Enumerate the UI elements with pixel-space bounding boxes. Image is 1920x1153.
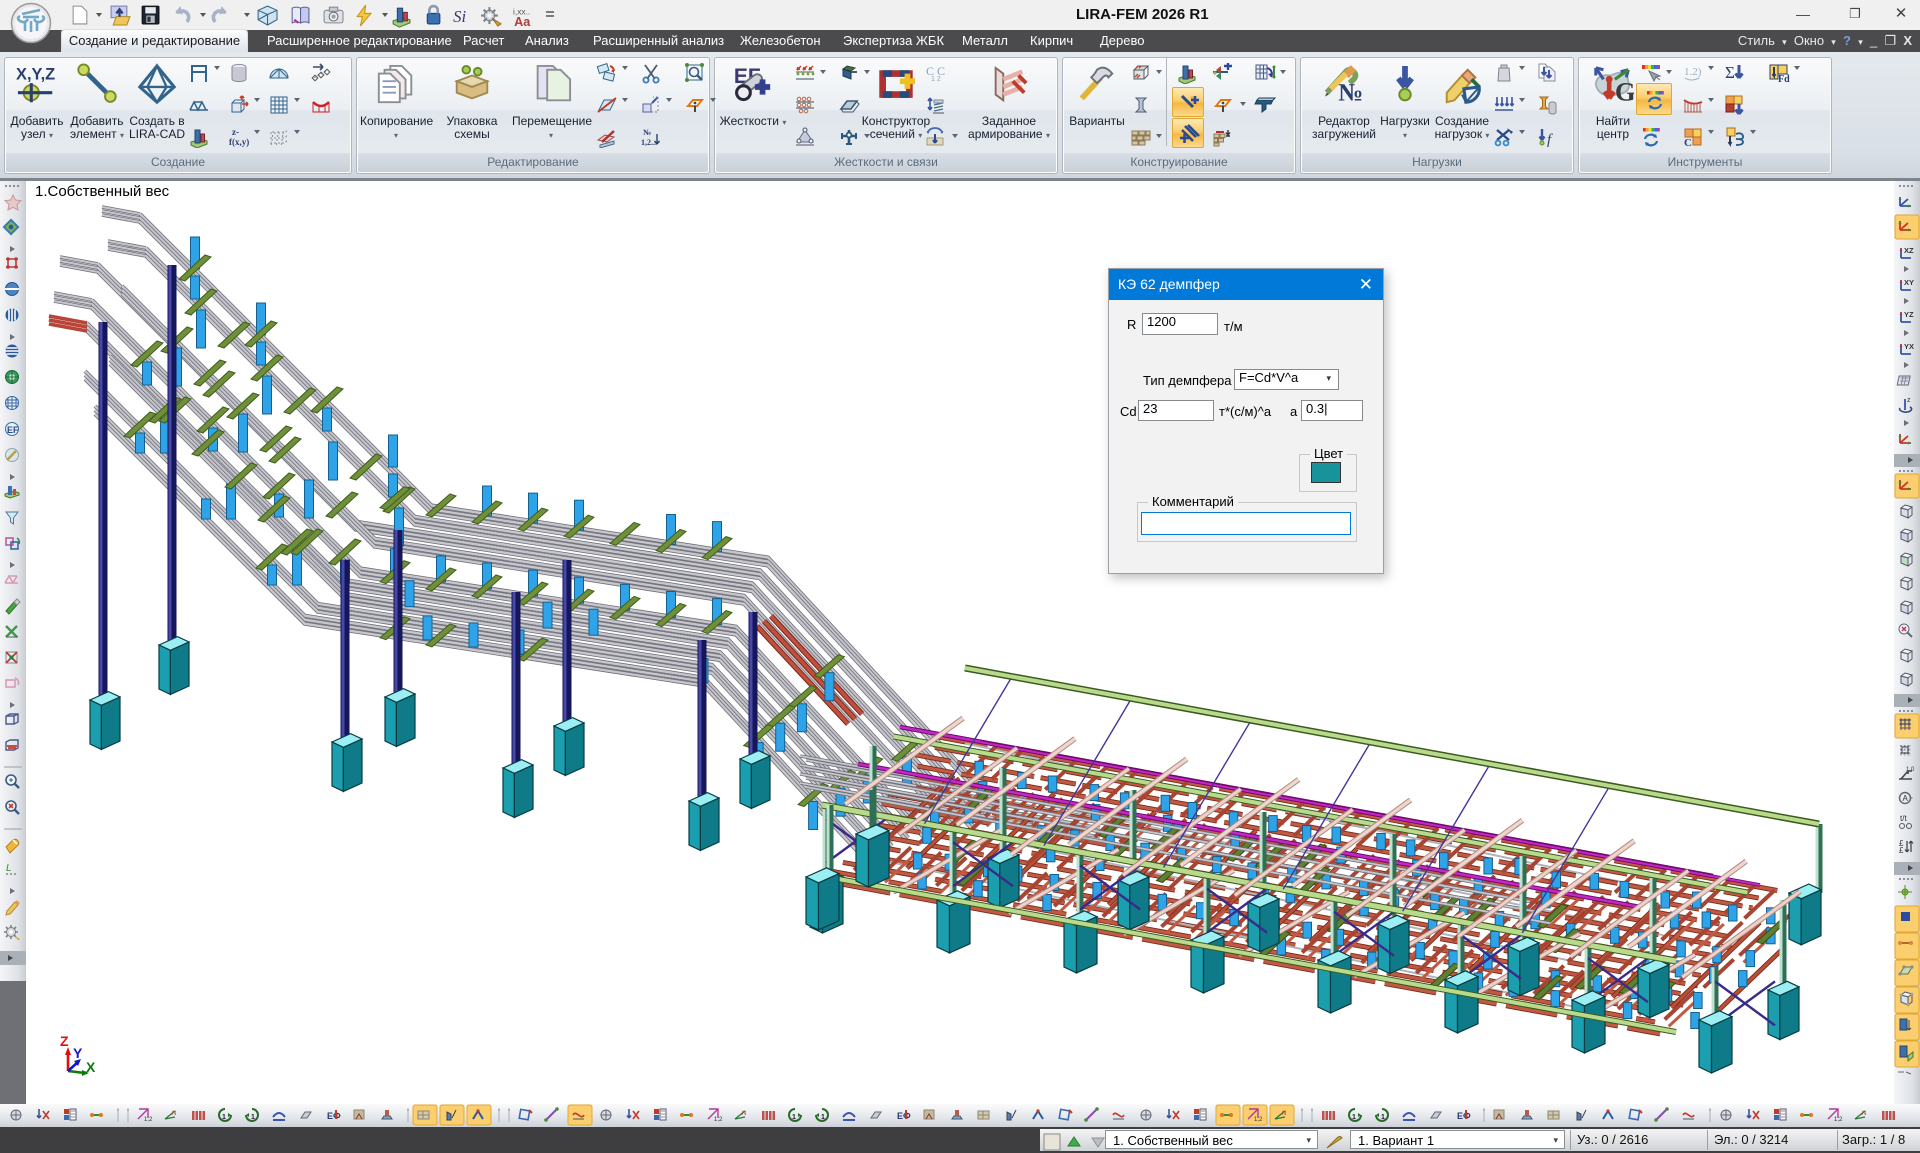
svg-text:N: N [742, 1111, 746, 1117]
svg-text:ЕФ: ЕФ [1457, 1111, 1471, 1121]
svg-text:A: A [1903, 794, 1909, 803]
svg-text:z: z [1907, 397, 1911, 404]
svg-text:YX: YX [1904, 342, 1914, 351]
svg-text:YZ: YZ [1904, 310, 1914, 319]
svg-text:f: f [1547, 132, 1553, 148]
svg-text:Aa: Aa [514, 15, 531, 29]
svg-text:Y: Y [73, 1045, 83, 1061]
svg-text:№: № [1338, 79, 1363, 106]
svg-text:N: N [172, 1111, 176, 1117]
svg-text:f(x,y): f(x,y) [229, 137, 249, 147]
svg-text:ЕФ: ЕФ [897, 1111, 911, 1121]
svg-text:XY: XY [1904, 278, 1914, 287]
svg-text:1: 1 [251, 1114, 255, 1121]
svg-text:1,2: 1,2 [714, 1117, 723, 1123]
svg-text:z-: z- [232, 127, 239, 137]
svg-text:ЕФ: ЕФ [327, 1111, 341, 1121]
svg-text:1.0: 1.0 [1906, 767, 1915, 773]
svg-text:L: L [6, 863, 12, 874]
svg-text:X,Y,Z: X,Y,Z [16, 65, 55, 83]
svg-text:Σ: Σ [1725, 63, 1735, 82]
svg-text:1,2: 1,2 [1834, 1117, 1843, 1123]
svg-text:1.2): 1.2) [1684, 66, 1702, 78]
svg-text:Fd: Fd [1778, 74, 1790, 84]
svg-text:£: £ [1899, 846, 1904, 855]
svg-text:X: X [86, 1059, 96, 1075]
svg-text:1: 1 [222, 1114, 226, 1121]
svg-text:1: 1 [821, 1114, 825, 1121]
svg-text:1 2: 1 2 [931, 76, 941, 83]
svg-text:1,2: 1,2 [1254, 1117, 1263, 1123]
svg-text:N: N [1282, 1111, 1286, 1117]
svg-text:1,2: 1,2 [144, 1117, 153, 1123]
svg-text:XZ: XZ [1904, 246, 1914, 255]
svg-text:t/t: t/t [1900, 814, 1907, 823]
svg-text:1: 1 [1352, 1114, 1356, 1121]
svg-text:Z: Z [60, 1033, 69, 1049]
svg-text:EF: EF [7, 425, 19, 435]
svg-text:1: 1 [1381, 1114, 1385, 1121]
svg-text:1,2...: 1,2... [641, 138, 657, 147]
svg-text:№: № [643, 128, 651, 137]
svg-text:1: 1 [792, 1114, 796, 1121]
svg-text:N: N [1862, 1111, 1866, 1117]
svg-text:Si: Si [453, 7, 466, 26]
svg-text:G: G [1615, 76, 1634, 106]
svg-text:C: C [1684, 137, 1692, 148]
